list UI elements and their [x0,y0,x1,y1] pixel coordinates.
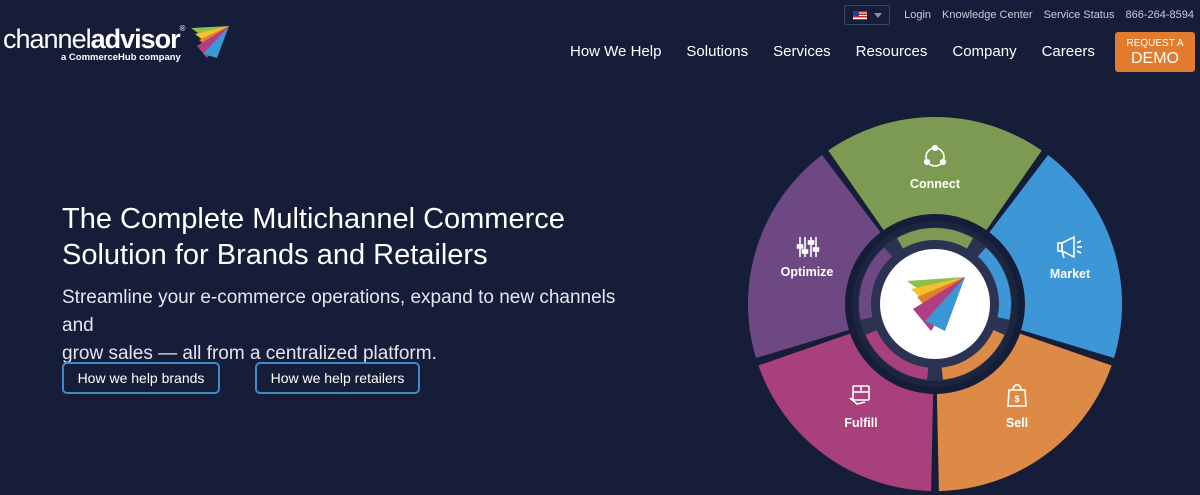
logo[interactable]: channeladvisor® a CommerceHub company [3,24,233,64]
chevron-down-icon [873,12,882,18]
hero-title: The Complete Multichannel Commerce Solut… [62,201,622,273]
us-flag-icon [852,10,867,20]
request-demo-button[interactable]: REQUEST A DEMO [1115,32,1195,72]
wheel-label-connect[interactable]: Connect [910,177,961,191]
main-nav: How We Help Solutions Services Resources… [570,40,1158,62]
how-we-help-brands-button[interactable]: How we help brands [62,362,220,394]
utility-bar: Login Knowledge Center Service Status 86… [844,4,1200,26]
wheel-label-optimize[interactable]: Optimize [781,265,834,279]
nav-company[interactable]: Company [952,43,1016,60]
nav-services[interactable]: Services [773,43,831,60]
wheel-label-sell[interactable]: Sell [1006,416,1028,430]
wheel-label-fulfill[interactable]: Fulfill [844,416,877,430]
demo-button-bottom-text: DEMO [1131,50,1179,67]
hero-subtitle-line-2: grow sales — all from a centralized plat… [62,343,437,364]
nav-solutions[interactable]: Solutions [686,43,748,60]
wheel-label-market[interactable]: Market [1050,267,1091,281]
nav-careers[interactable]: Careers [1042,43,1095,60]
hero-subtitle-line-1: Streamline your e-commerce operations, e… [62,287,616,336]
demo-button-top-text: REQUEST A [1126,38,1184,49]
logo-tagline: a CommerceHub company [61,52,181,63]
logo-registered-mark: ® [179,24,186,33]
hero-buttons: How we help brands How we help retailers [62,362,455,394]
phone-number[interactable]: 866-264-8594 [1125,9,1194,21]
commerce-wheel: $ Connect Market Sell Fulfill Optimize [748,117,1122,491]
nav-resources[interactable]: Resources [856,43,928,60]
logo-word-bold: advisor [90,24,181,54]
hero-title-line-1: The Complete Multichannel Commerce [62,203,565,235]
language-selector[interactable] [844,5,891,25]
nav-how-we-help[interactable]: How We Help [570,43,661,60]
service-status-link[interactable]: Service Status [1044,9,1115,21]
hero-title-line-2: Solution for Brands and Retailers [62,239,488,271]
logo-mark-icon [191,26,229,58]
logo-wordmark: channeladvisor® [3,24,186,55]
knowledge-center-link[interactable]: Knowledge Center [942,9,1033,21]
logo-word-light: channel [3,24,92,54]
login-link[interactable]: Login [904,9,931,21]
hero-subtitle: Streamline your e-commerce operations, e… [62,284,642,368]
svg-text:$: $ [1014,394,1019,404]
how-we-help-retailers-button[interactable]: How we help retailers [255,362,420,394]
